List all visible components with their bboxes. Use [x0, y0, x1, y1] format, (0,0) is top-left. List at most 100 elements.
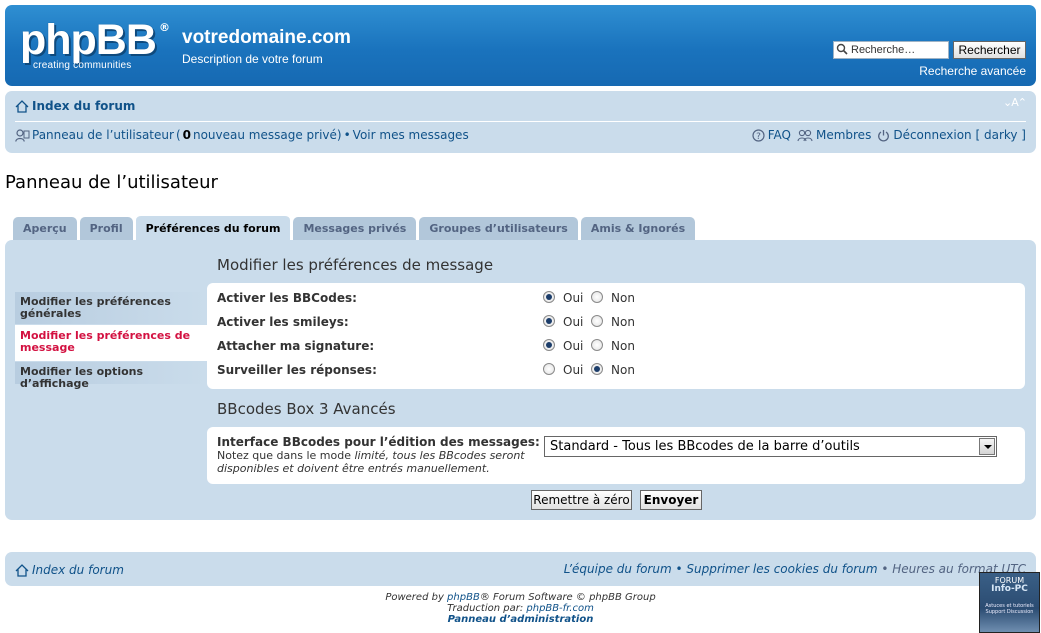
new-pm-link[interactable]: nouveau message privé) [193, 128, 342, 142]
home-icon [15, 563, 29, 577]
submit-button[interactable]: Envoyer [640, 490, 702, 510]
separator-bullet: • [877, 562, 893, 576]
powered-by-line: Powered by phpBB® Forum Software © phpBB… [0, 592, 1041, 603]
forum-index-link[interactable]: Index du forum [32, 99, 135, 113]
home-icon [15, 99, 29, 113]
pm-open-paren: ( [175, 128, 181, 142]
navbar-divider [15, 121, 1026, 122]
radio-label-yes: Oui [563, 291, 584, 305]
tab-forum-preferences[interactable]: Préférences du forum [135, 215, 291, 240]
translation-text: Traduction par: [447, 603, 527, 614]
radio-label-no: Non [611, 291, 635, 305]
phpbb-logo[interactable]: phpBB ® creating communities [20, 17, 170, 77]
site-title: votredomaine.com [182, 27, 351, 48]
user-panel-icon [15, 128, 30, 142]
badge-subtitle: Info-PC [991, 584, 1028, 594]
radio-signature-yes[interactable] [543, 339, 555, 351]
members-link[interactable]: Membres [816, 128, 871, 142]
advanced-search-link[interactable]: Recherche avancée [885, 64, 1026, 78]
footer-links: L’équipe du forum • Supprimer les cookie… [564, 562, 1026, 576]
ucp-panel: Modifier les préférences générales Modif… [5, 240, 1036, 520]
radio-label-no: Non [611, 315, 635, 329]
radio-bbcode-yes[interactable] [543, 291, 555, 303]
radio-label-yes: Oui [563, 339, 584, 353]
search-placeholder: Recherche… [851, 44, 916, 56]
ucp-tabs: Aperçu Profil Préférences du forum Messa… [13, 215, 696, 240]
view-messages-link[interactable]: Voir mes messages [353, 128, 469, 142]
separator-bullet: • [343, 128, 351, 142]
menu-item-general-preferences[interactable]: Modifier les préférences générales [15, 292, 207, 324]
team-link[interactable]: L’équipe du forum [564, 562, 672, 576]
translator-link[interactable]: phpBB-fr.com [526, 603, 593, 614]
site-description: Description de votre forum [182, 52, 323, 66]
bbcodes-form: Interface BBcodes pour l’édition des mes… [207, 427, 1025, 484]
bbcodes-label: Interface BBcodes pour l’édition des mes… [217, 435, 540, 449]
logo-tagline: creating communities [33, 60, 132, 71]
search-input[interactable]: Recherche… [833, 41, 949, 59]
admin-line: Panneau d’administration [0, 614, 1041, 625]
search-icon [836, 43, 848, 55]
navbar-right-links: ? FAQ Membres Déconnexion [ darky ] [752, 128, 1026, 142]
radio-label-yes: Oui [563, 315, 584, 329]
footer-forum-index-link[interactable]: Index du forum [32, 563, 124, 577]
radio-label-no: Non [611, 363, 635, 377]
menu-item-display-options[interactable]: Modifier les options d’affichage [15, 362, 207, 390]
badge-tagline: Astuces et tutoriels Support Discussion [985, 603, 1034, 615]
reset-button[interactable]: Remettre à zéro [531, 490, 632, 510]
chevron-down-icon[interactable] [979, 438, 995, 455]
logo-text: phpBB [20, 16, 157, 64]
phpbb-link[interactable]: phpBB [447, 592, 480, 603]
copyright: Powered by phpBB® Forum Software © phpBB… [0, 592, 1041, 625]
header-bar: phpBB ® creating communities votredomain… [5, 5, 1036, 86]
radio-signature-no[interactable] [591, 339, 603, 351]
tab-private-messages[interactable]: Messages privés [293, 217, 417, 240]
delete-cookies-link[interactable]: Supprimer les cookies du forum [686, 562, 877, 576]
radio-notify-yes[interactable] [543, 363, 555, 375]
radio-label-no: Non [611, 339, 635, 353]
logout-icon [878, 129, 890, 142]
pm-count: 0 [182, 128, 191, 142]
powered-by-text: Powered by [385, 592, 448, 603]
ucp-links: Panneau de l’utilisateur ( 0 nouveau mes… [15, 128, 469, 142]
bbcodes-note: Notez que dans le mode limité, tous les … [217, 449, 527, 475]
menu-item-post-preferences[interactable]: Modifier les préférences de message [15, 325, 207, 361]
radio-bbcode-no[interactable] [591, 291, 603, 303]
radio-smilies-yes[interactable] [543, 315, 555, 327]
font-size-toggle[interactable]: ⌄A⌃ [1003, 96, 1027, 109]
footer-navbar: Index du forum L’équipe du forum • Suppr… [5, 552, 1036, 586]
admin-panel-link[interactable]: Panneau d’administration [448, 614, 594, 625]
faq-link[interactable]: FAQ [768, 128, 791, 142]
navbar: Index du forum ⌄A⌃ Panneau de l’utilisat… [5, 91, 1036, 153]
logout-link[interactable]: Déconnexion [ darky ] [893, 128, 1026, 142]
option-label: Attacher ma signature: [217, 339, 375, 353]
tab-overview[interactable]: Aperçu [13, 217, 77, 240]
section-title-post-preferences: Modifier les préférences de message [217, 256, 494, 274]
bbcodes-mode-select[interactable]: Standard - Tous les BBcodes de la barre … [544, 436, 997, 457]
translation-line: Traduction par: phpBB-fr.com [0, 603, 1041, 614]
ucp-link[interactable]: Panneau de l’utilisateur [32, 128, 174, 142]
members-icon [797, 129, 813, 141]
radio-notify-no[interactable] [591, 363, 603, 375]
breadcrumb: Index du forum [15, 99, 135, 113]
tab-usergroups[interactable]: Groupes d’utilisateurs [419, 217, 578, 240]
search-button[interactable]: Rechercher [953, 41, 1026, 59]
radio-label-yes: Oui [563, 363, 584, 377]
radio-smilies-no[interactable] [591, 315, 603, 327]
forum-badge[interactable]: FORUM Info-PC Astuces et tutoriels Suppo… [979, 572, 1040, 633]
option-row-smilies: Activer les smileys: Oui Non [217, 312, 1017, 332]
tab-friends-foes[interactable]: Amis & Ignorés [580, 217, 696, 240]
page-title: Panneau de l’utilisateur [5, 172, 218, 193]
option-row-notify: Surveiller les réponses: Oui Non [217, 360, 1017, 380]
note-text-start: Notez que dans le mode [217, 449, 355, 462]
section-title-bbcodes-box: BBcodes Box 3 Avancés [217, 400, 396, 418]
logo-registered-mark: ® [159, 21, 170, 34]
tab-profile[interactable]: Profil [79, 217, 133, 240]
faq-icon: ? [752, 128, 765, 142]
post-preferences-form: Activer les BBCodes: Oui Non Activer les… [207, 283, 1025, 389]
svg-text:?: ? [756, 132, 761, 142]
footer-breadcrumb: Index du forum [15, 563, 124, 577]
option-label: Surveiller les réponses: [217, 363, 377, 377]
option-label: Activer les smileys: [217, 315, 349, 329]
option-row-bbcode: Activer les BBCodes: Oui Non [217, 288, 1017, 308]
side-menu: Modifier les préférences générales Modif… [15, 292, 207, 390]
